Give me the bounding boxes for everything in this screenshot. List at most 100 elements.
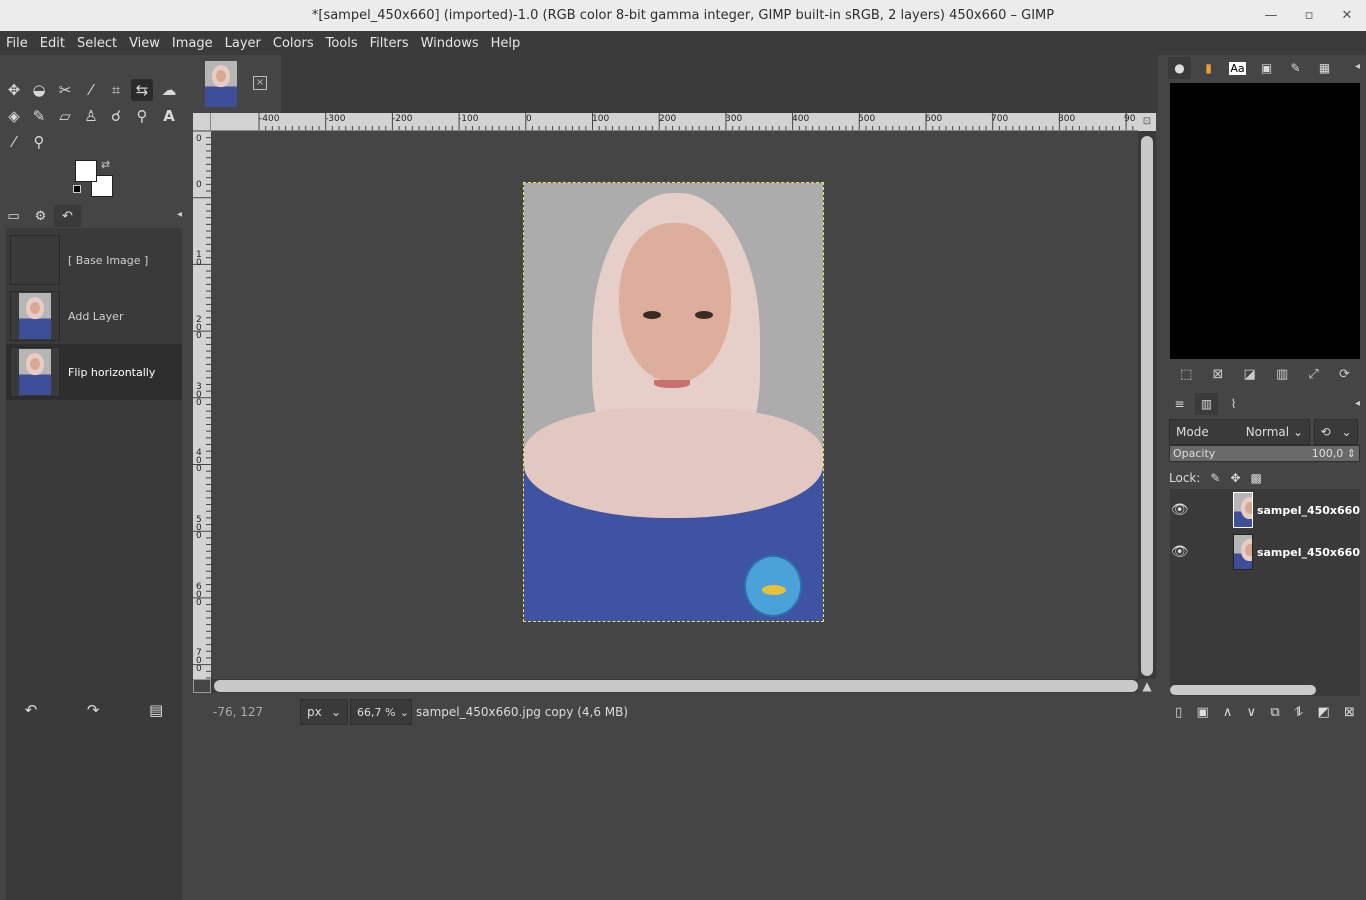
history-item[interactable]: Flip horizontally <box>6 344 182 400</box>
menu-tools[interactable]: Tools <box>326 36 358 51</box>
text-tool-icon[interactable]: A <box>158 105 180 127</box>
zoom-follow-icon[interactable]: ⊡ <box>1138 113 1156 131</box>
tool-options-tab-icon[interactable]: ▭ <box>0 205 27 227</box>
history-item[interactable]: [ Base Image ] <box>6 232 182 288</box>
image-canvas[interactable] <box>523 182 824 622</box>
ruler-label: 6 0 0 <box>196 582 202 608</box>
lock-pixels-icon[interactable]: ✎ <box>1210 471 1220 485</box>
dock-menu-icon[interactable]: ◂ <box>177 209 182 220</box>
menu-select[interactable]: Select <box>77 36 117 51</box>
vertical-scrollbar[interactable] <box>1138 131 1156 679</box>
flip-tool-icon[interactable]: ⇆ <box>131 79 153 101</box>
layers-scrollbar[interactable] <box>1170 684 1360 696</box>
channels-tab-icon[interactable]: ▥ <box>1195 393 1218 415</box>
history-item[interactable]: Add Layer <box>6 288 182 344</box>
menu-view[interactable]: View <box>129 36 160 51</box>
crop-tool-icon[interactable]: ⌗ <box>105 79 127 101</box>
scissors-select-icon[interactable]: ✂ <box>54 79 76 101</box>
image-tab[interactable]: × <box>193 55 281 113</box>
eye-icon[interactable]: 👁 <box>1170 544 1189 560</box>
canvas-area[interactable] <box>211 131 1138 679</box>
zoom-tool-icon[interactable]: ⚲ <box>28 131 50 153</box>
link-icon[interactable]: ⤢ <box>1308 367 1318 382</box>
smudge-icon[interactable]: ☌ <box>105 105 127 127</box>
brushes-tab-icon[interactable]: ● <box>1168 57 1191 79</box>
paths-tab-icon[interactable]: ⌇ <box>1222 393 1245 415</box>
reset-colors-icon[interactable] <box>73 185 81 193</box>
menu-layer[interactable]: Layer <box>225 36 261 51</box>
fuzzy-select-icon[interactable]: ⁄ <box>80 79 102 101</box>
close-icon[interactable]: ✕ <box>1338 8 1356 23</box>
lasso-select-icon[interactable]: ◒ <box>28 79 50 101</box>
undo-icon[interactable]: ↶ <box>25 701 38 719</box>
foreground-color-swatch[interactable] <box>75 160 97 182</box>
clone-icon[interactable]: ♙ <box>80 105 102 127</box>
vertical-scrollbar-thumb[interactable] <box>1141 136 1153 676</box>
images-tab-icon[interactable]: ▣ <box>1255 57 1278 79</box>
raise-layer-icon[interactable]: ∧ <box>1223 705 1233 720</box>
new-layer-group-icon[interactable]: ▣ <box>1196 705 1208 720</box>
undo-history-tab-icon[interactable]: ↶ <box>54 205 81 227</box>
layer-mode-select[interactable]: Mode Normal ⌄ <box>1169 419 1310 445</box>
delete-layer-icon[interactable]: ⊠ <box>1344 705 1355 720</box>
lock-alpha-icon[interactable]: ▩ <box>1251 471 1262 485</box>
minimize-icon[interactable]: — <box>1262 8 1280 23</box>
select-icon[interactable]: ⬚ <box>1180 367 1192 382</box>
anchor-layer-icon[interactable]: ⥮ <box>1294 705 1303 720</box>
paths-icon[interactable]: ⚲ <box>131 105 153 127</box>
gradients-tab-icon[interactable]: ▦ <box>1313 57 1336 79</box>
lock-position-icon[interactable]: ✥ <box>1230 471 1240 485</box>
clear-history-icon[interactable]: ▤ <box>149 701 163 719</box>
layers-tab-icon[interactable]: ≡ <box>1168 393 1191 415</box>
layer-name[interactable]: sampel_450x660 <box>1257 546 1360 559</box>
dock-menu-icon[interactable]: ◂ <box>1355 61 1360 72</box>
refresh-icon[interactable]: ⟳ <box>1339 367 1350 382</box>
menu-windows[interactable]: Windows <box>421 36 479 51</box>
menu-edit[interactable]: Edit <box>40 36 65 51</box>
layer-name[interactable]: sampel_450x660 <box>1257 504 1360 517</box>
dock-menu-icon[interactable]: ◂ <box>1355 398 1360 409</box>
layer-row[interactable]: 👁 sampel_450x660 <box>1170 531 1360 573</box>
unit-select[interactable]: px ⌄ <box>300 699 348 725</box>
duplicate-layer-icon[interactable]: ⧉ <box>1270 705 1279 720</box>
menu-image[interactable]: Image <box>172 36 213 51</box>
layers-scrollbar-thumb[interactable] <box>1170 685 1316 695</box>
duplicate-icon[interactable]: ▥ <box>1276 367 1288 382</box>
navigate-icon[interactable]: ▲ <box>1138 679 1156 693</box>
redo-icon[interactable]: ↷ <box>87 701 100 719</box>
horizontal-scrollbar-thumb[interactable] <box>214 680 1138 692</box>
composite-mode-select[interactable]: ⟲ ⌄ <box>1314 419 1358 445</box>
patterns-tab-icon[interactable]: ▮ <box>1197 57 1220 79</box>
horizontal-scrollbar[interactable] <box>211 679 1138 693</box>
new-layer-icon[interactable]: ▯ <box>1175 705 1182 720</box>
paint-dynamics-tab-icon[interactable]: ✎ <box>1284 57 1307 79</box>
delete-icon[interactable]: ⊠ <box>1213 367 1224 382</box>
ruler-corner[interactable] <box>193 113 211 131</box>
ruler-label: 5 0 0 <box>196 515 202 541</box>
move-tool-icon[interactable]: ✥ <box>3 79 25 101</box>
paintbrush-icon[interactable]: ✎ <box>28 105 50 127</box>
menu-file[interactable]: File <box>6 36 28 51</box>
edit-icon[interactable]: ◪ <box>1244 367 1256 382</box>
layer-mask-icon[interactable]: ◩ <box>1317 705 1329 720</box>
quick-mask-icon[interactable] <box>193 679 211 693</box>
menu-filters[interactable]: Filters <box>370 36 409 51</box>
swap-colors-icon[interactable]: ⇄ <box>101 158 110 171</box>
fonts-tab-icon[interactable]: Aa <box>1226 57 1249 79</box>
lower-layer-icon[interactable]: ∨ <box>1247 705 1257 720</box>
zoom-select[interactable]: 66,7 % ⌄ <box>350 699 412 725</box>
eraser-icon[interactable]: ▱ <box>54 105 76 127</box>
device-status-tab-icon[interactable]: ⚙ <box>27 205 54 227</box>
maximize-icon[interactable]: ▫ <box>1300 8 1318 23</box>
close-icon[interactable]: × <box>253 76 267 90</box>
color-picker-icon[interactable]: ⁄ <box>3 131 25 153</box>
bucket-fill-icon[interactable]: ◈ <box>3 105 25 127</box>
history-thumbnail <box>10 291 60 341</box>
layer-row[interactable]: 👁 sampel_450x660 <box>1170 489 1360 531</box>
eye-icon[interactable]: 👁 <box>1170 502 1189 518</box>
menu-colors[interactable]: Colors <box>273 36 314 51</box>
warp-transform-icon[interactable]: ☁ <box>158 79 180 101</box>
portrait-eye <box>643 311 661 319</box>
menu-help[interactable]: Help <box>491 36 521 51</box>
opacity-slider[interactable]: Opacity 100,0 ⇕ <box>1169 445 1360 462</box>
